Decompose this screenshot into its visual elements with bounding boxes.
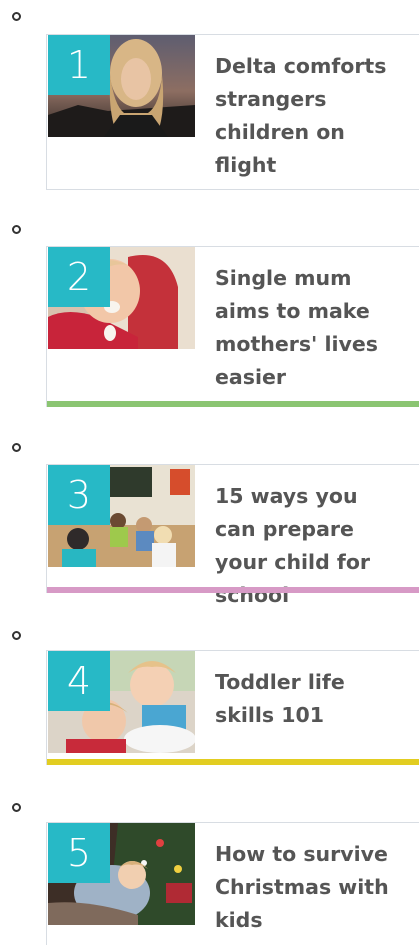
article-thumbnail[interactable]: 1 bbox=[48, 35, 195, 137]
article-card[interactable]: 2 Single mum aims to make mothers' lives… bbox=[46, 246, 419, 407]
article-card[interactable]: 3 15 ways you can prepare your child for… bbox=[46, 464, 419, 607]
article-thumbnail[interactable]: 4 bbox=[48, 651, 195, 753]
category-accent-bar bbox=[47, 587, 419, 593]
list-bullet bbox=[12, 225, 21, 234]
article-card[interactable]: 5 How to survive Christmas with kids bbox=[46, 822, 419, 945]
rank-badge: 5 bbox=[48, 823, 110, 883]
article-title-link[interactable]: Delta comforts strangers children on fli… bbox=[215, 50, 399, 182]
rank-badge: 4 bbox=[48, 651, 110, 711]
rank-badge: 3 bbox=[48, 465, 110, 525]
list-bullet bbox=[12, 12, 21, 21]
category-accent-bar bbox=[47, 401, 419, 407]
list-bullet bbox=[12, 803, 21, 812]
article-title-link[interactable]: How to survive Christmas with kids bbox=[215, 838, 399, 937]
article-thumbnail[interactable]: 2 bbox=[48, 247, 195, 349]
list-bullet bbox=[12, 631, 21, 640]
article-thumbnail[interactable]: 3 bbox=[48, 465, 195, 567]
category-accent-bar bbox=[47, 759, 419, 765]
article-thumbnail[interactable]: 5 bbox=[48, 823, 195, 925]
article-title-link[interactable]: Single mum aims to make mothers' lives e… bbox=[215, 262, 399, 394]
article-title-link[interactable]: Toddler life skills 101 bbox=[215, 666, 399, 732]
article-card[interactable]: 1 Delta comforts strangers children on f… bbox=[46, 34, 419, 190]
rank-badge: 1 bbox=[48, 35, 110, 95]
article-card[interactable]: 4 Toddler life skills 101 bbox=[46, 650, 419, 765]
list-bullet bbox=[12, 443, 21, 452]
rank-badge: 2 bbox=[48, 247, 110, 307]
